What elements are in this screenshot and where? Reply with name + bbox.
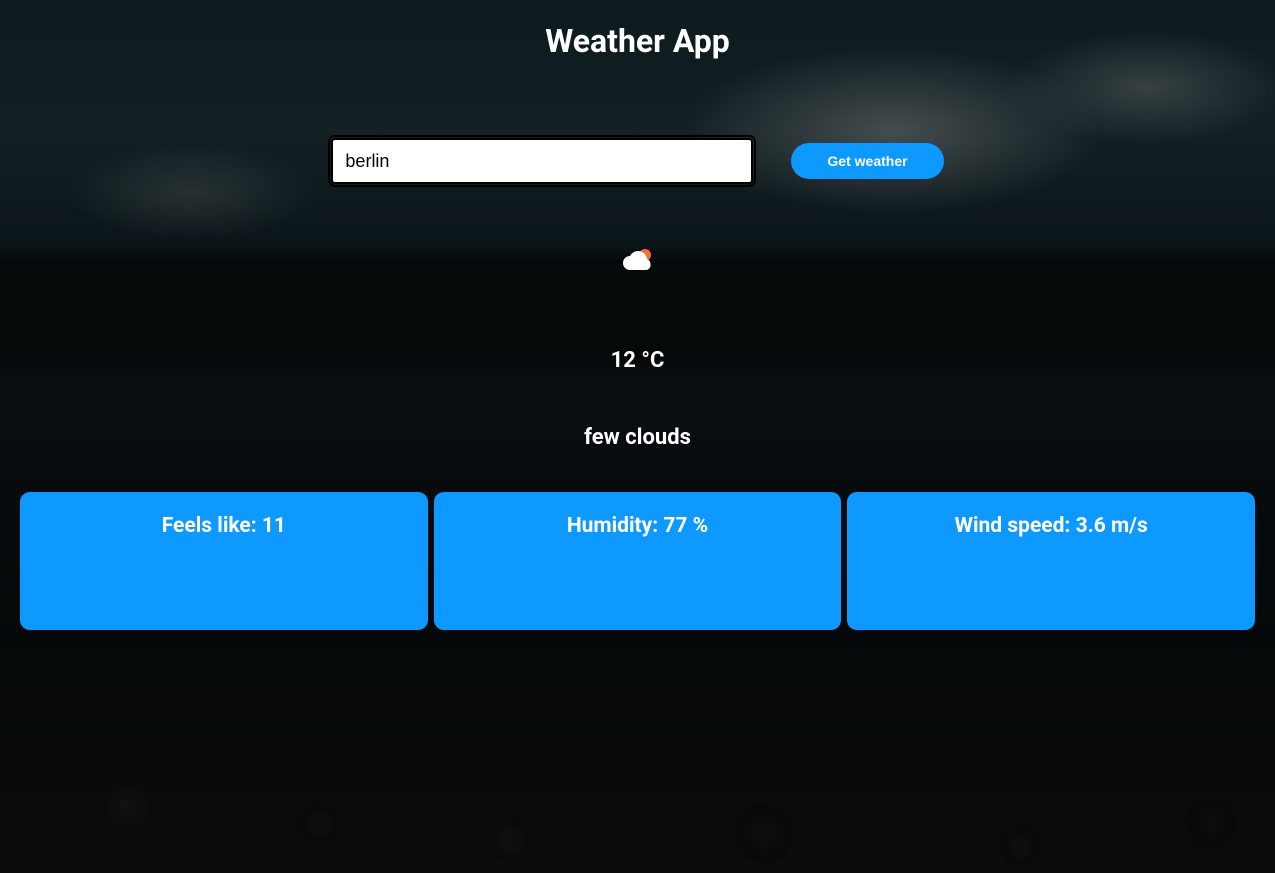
weather-icon: [620, 244, 656, 280]
get-weather-button[interactable]: Get weather: [791, 143, 943, 179]
few-clouds-icon: [620, 244, 656, 280]
wind-speed-card: Wind speed: 3.6 m/s: [847, 492, 1255, 630]
weather-description: few clouds: [584, 425, 691, 450]
app-container: Weather App Get weather 12 °C few clouds…: [0, 0, 1275, 873]
humidity-card: Humidity: 77 %: [434, 492, 842, 630]
feels-like-value: Feels like: 11: [40, 514, 408, 538]
wind-speed-value: Wind speed: 3.6 m/s: [867, 514, 1235, 538]
app-title: Weather App: [545, 22, 730, 60]
search-row: Get weather: [331, 138, 943, 184]
details-cards: Feels like: 11 Humidity: 77 % Wind speed…: [0, 492, 1275, 630]
temperature-display: 12 °C: [611, 348, 665, 373]
city-input[interactable]: [331, 138, 753, 184]
feels-like-card: Feels like: 11: [20, 492, 428, 630]
humidity-value: Humidity: 77 %: [454, 514, 822, 538]
